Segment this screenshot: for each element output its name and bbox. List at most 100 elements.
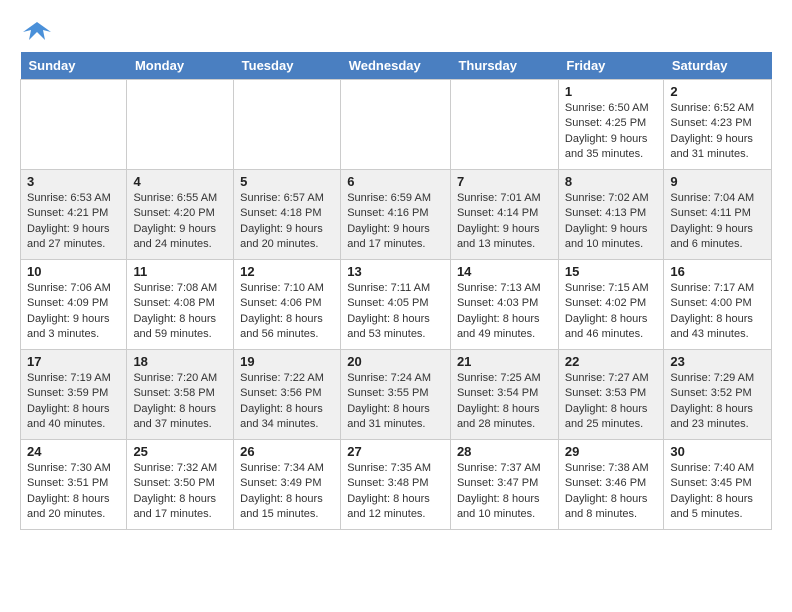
- day-cell: 16 Sunrise: 7:17 AMSunset: 4:00 PMDayligh…: [664, 260, 772, 350]
- day-number: 19: [240, 354, 334, 369]
- day-number: 29: [565, 444, 658, 459]
- day-cell: [234, 80, 341, 170]
- day-cell: 24 Sunrise: 7:30 AMSunset: 3:51 PMDayligh…: [21, 440, 127, 530]
- day-number: 6: [347, 174, 444, 189]
- day-info: Sunrise: 6:59 AMSunset: 4:16 PMDaylight:…: [347, 191, 444, 253]
- day-info: Sunrise: 6:55 AMSunset: 4:20 PMDaylight:…: [133, 191, 227, 253]
- day-cell: 3 Sunrise: 6:53 AMSunset: 4:21 PMDaylight…: [21, 170, 127, 260]
- day-number: 1: [565, 84, 658, 99]
- day-info: Sunrise: 7:19 AMSunset: 3:59 PMDaylight:…: [27, 371, 120, 433]
- day-info: Sunrise: 7:40 AMSunset: 3:45 PMDaylight:…: [670, 461, 765, 523]
- day-info: Sunrise: 7:37 AMSunset: 3:47 PMDaylight:…: [457, 461, 552, 523]
- day-info: Sunrise: 7:22 AMSunset: 3:56 PMDaylight:…: [240, 371, 334, 433]
- day-number: 3: [27, 174, 120, 189]
- header-monday: Monday: [127, 52, 234, 80]
- day-number: 20: [347, 354, 444, 369]
- day-number: 2: [670, 84, 765, 99]
- day-cell: 22Sunrise: 7:27 AMSunset: 3:53 PMDayligh…: [558, 350, 664, 440]
- day-cell: 8Sunrise: 7:02 AMSunset: 4:13 PMDaylight…: [558, 170, 664, 260]
- day-cell: 23 Sunrise: 7:29 AMSunset: 3:52 PMDayligh…: [664, 350, 772, 440]
- day-number: 12: [240, 264, 334, 279]
- day-cell: 25Sunrise: 7:32 AMSunset: 3:50 PMDayligh…: [127, 440, 234, 530]
- day-number: 4: [133, 174, 227, 189]
- day-info: Sunrise: 7:10 AMSunset: 4:06 PMDaylight:…: [240, 281, 334, 343]
- day-info: Sunrise: 6:52 AMSunset: 4:23 PMDaylight:…: [670, 101, 765, 163]
- day-cell: 15 Sunrise: 7:15 AMSunset: 4:02 PMDayligh…: [558, 260, 664, 350]
- week-row-2: 3 Sunrise: 6:53 AMSunset: 4:21 PMDaylight…: [21, 170, 772, 260]
- day-info: Sunrise: 7:08 AMSunset: 4:08 PMDaylight:…: [133, 281, 227, 343]
- day-number: 18: [133, 354, 227, 369]
- day-number: 13: [347, 264, 444, 279]
- day-info: Sunrise: 7:34 AMSunset: 3:49 PMDaylight:…: [240, 461, 334, 523]
- day-info: Sunrise: 7:35 AMSunset: 3:48 PMDaylight:…: [347, 461, 444, 523]
- calendar-header-row: SundayMondayTuesdayWednesdayThursdayFrid…: [21, 52, 772, 80]
- day-cell: [21, 80, 127, 170]
- day-info: Sunrise: 7:38 AMSunset: 3:46 PMDaylight:…: [565, 461, 658, 523]
- day-number: 22: [565, 354, 658, 369]
- day-cell: 6 Sunrise: 6:59 AMSunset: 4:16 PMDaylight…: [341, 170, 451, 260]
- header: [20, 20, 772, 42]
- day-cell: 2 Sunrise: 6:52 AMSunset: 4:23 PMDaylight…: [664, 80, 772, 170]
- day-number: 9: [670, 174, 765, 189]
- day-cell: 29 Sunrise: 7:38 AMSunset: 3:46 PMDayligh…: [558, 440, 664, 530]
- week-row-3: 10Sunrise: 7:06 AMSunset: 4:09 PMDayligh…: [21, 260, 772, 350]
- day-cell: [341, 80, 451, 170]
- day-number: 27: [347, 444, 444, 459]
- day-info: Sunrise: 7:29 AMSunset: 3:52 PMDaylight:…: [670, 371, 765, 433]
- day-cell: [127, 80, 234, 170]
- logo-bird-icon: [23, 20, 51, 42]
- week-row-5: 24 Sunrise: 7:30 AMSunset: 3:51 PMDayligh…: [21, 440, 772, 530]
- day-number: 26: [240, 444, 334, 459]
- day-number: 15: [565, 264, 658, 279]
- day-cell: 7Sunrise: 7:01 AMSunset: 4:14 PMDaylight…: [450, 170, 558, 260]
- header-tuesday: Tuesday: [234, 52, 341, 80]
- day-number: 30: [670, 444, 765, 459]
- day-cell: 1 Sunrise: 6:50 AMSunset: 4:25 PMDaylight…: [558, 80, 664, 170]
- day-cell: 19 Sunrise: 7:22 AMSunset: 3:56 PMDayligh…: [234, 350, 341, 440]
- day-cell: 17Sunrise: 7:19 AMSunset: 3:59 PMDayligh…: [21, 350, 127, 440]
- day-number: 16: [670, 264, 765, 279]
- header-wednesday: Wednesday: [341, 52, 451, 80]
- day-cell: 27 Sunrise: 7:35 AMSunset: 3:48 PMDayligh…: [341, 440, 451, 530]
- header-saturday: Saturday: [664, 52, 772, 80]
- day-number: 5: [240, 174, 334, 189]
- week-row-4: 17Sunrise: 7:19 AMSunset: 3:59 PMDayligh…: [21, 350, 772, 440]
- header-friday: Friday: [558, 52, 664, 80]
- day-cell: 28 Sunrise: 7:37 AMSunset: 3:47 PMDayligh…: [450, 440, 558, 530]
- week-row-1: 1 Sunrise: 6:50 AMSunset: 4:25 PMDaylight…: [21, 80, 772, 170]
- day-cell: 11 Sunrise: 7:08 AMSunset: 4:08 PMDayligh…: [127, 260, 234, 350]
- day-cell: 20 Sunrise: 7:24 AMSunset: 3:55 PMDayligh…: [341, 350, 451, 440]
- day-number: 23: [670, 354, 765, 369]
- day-info: Sunrise: 7:25 AMSunset: 3:54 PMDaylight:…: [457, 371, 552, 433]
- logo: [20, 20, 51, 42]
- calendar-table: SundayMondayTuesdayWednesdayThursdayFrid…: [20, 52, 772, 530]
- day-number: 11: [133, 264, 227, 279]
- day-info: Sunrise: 7:20 AMSunset: 3:58 PMDaylight:…: [133, 371, 227, 433]
- day-cell: 10Sunrise: 7:06 AMSunset: 4:09 PMDayligh…: [21, 260, 127, 350]
- day-info: Sunrise: 7:24 AMSunset: 3:55 PMDaylight:…: [347, 371, 444, 433]
- day-info: Sunrise: 7:02 AMSunset: 4:13 PMDaylight:…: [565, 191, 658, 253]
- day-number: 28: [457, 444, 552, 459]
- day-info: Sunrise: 6:53 AMSunset: 4:21 PMDaylight:…: [27, 191, 120, 253]
- day-number: 24: [27, 444, 120, 459]
- day-info: Sunrise: 7:06 AMSunset: 4:09 PMDaylight:…: [27, 281, 120, 343]
- day-cell: 4 Sunrise: 6:55 AMSunset: 4:20 PMDaylight…: [127, 170, 234, 260]
- day-cell: 30 Sunrise: 7:40 AMSunset: 3:45 PMDayligh…: [664, 440, 772, 530]
- day-info: Sunrise: 7:11 AMSunset: 4:05 PMDaylight:…: [347, 281, 444, 343]
- day-cell: 5 Sunrise: 6:57 AMSunset: 4:18 PMDaylight…: [234, 170, 341, 260]
- day-number: 14: [457, 264, 552, 279]
- day-info: Sunrise: 7:15 AMSunset: 4:02 PMDaylight:…: [565, 281, 658, 343]
- day-info: Sunrise: 7:30 AMSunset: 3:51 PMDaylight:…: [27, 461, 120, 523]
- day-info: Sunrise: 7:17 AMSunset: 4:00 PMDaylight:…: [670, 281, 765, 343]
- day-number: 25: [133, 444, 227, 459]
- day-info: Sunrise: 7:13 AMSunset: 4:03 PMDaylight:…: [457, 281, 552, 343]
- day-info: Sunrise: 7:01 AMSunset: 4:14 PMDaylight:…: [457, 191, 552, 253]
- day-cell: 14 Sunrise: 7:13 AMSunset: 4:03 PMDayligh…: [450, 260, 558, 350]
- day-cell: 13 Sunrise: 7:11 AMSunset: 4:05 PMDayligh…: [341, 260, 451, 350]
- day-info: Sunrise: 6:50 AMSunset: 4:25 PMDaylight:…: [565, 101, 658, 163]
- day-cell: 18 Sunrise: 7:20 AMSunset: 3:58 PMDayligh…: [127, 350, 234, 440]
- day-cell: 12 Sunrise: 7:10 AMSunset: 4:06 PMDayligh…: [234, 260, 341, 350]
- day-cell: 21Sunrise: 7:25 AMSunset: 3:54 PMDayligh…: [450, 350, 558, 440]
- day-info: Sunrise: 6:57 AMSunset: 4:18 PMDaylight:…: [240, 191, 334, 253]
- day-info: Sunrise: 7:04 AMSunset: 4:11 PMDaylight:…: [670, 191, 765, 253]
